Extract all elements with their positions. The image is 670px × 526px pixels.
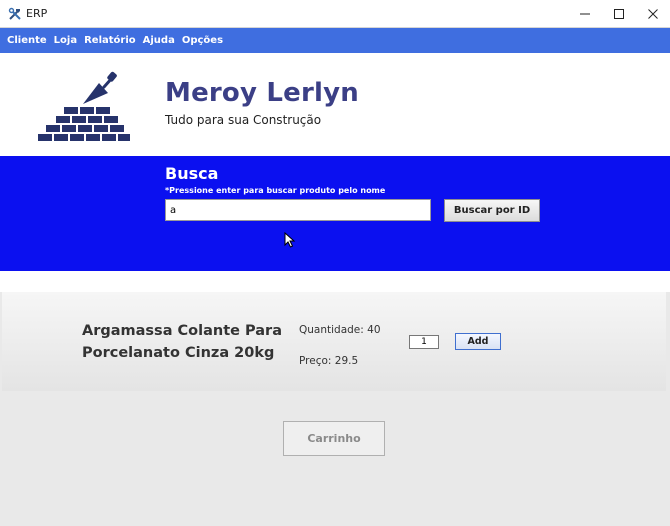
close-icon	[648, 8, 658, 19]
mouse-pointer-icon	[284, 232, 296, 248]
window-title: ERP	[26, 7, 48, 20]
window-controls	[568, 0, 670, 27]
tagline: Tudo para sua Construção	[165, 113, 322, 127]
menu-loja[interactable]: Loja	[51, 35, 80, 46]
minimize-button[interactable]	[568, 0, 602, 27]
search-by-id-button[interactable]: Buscar por ID	[444, 199, 540, 222]
menu-bar: Cliente Loja Relatório Ajuda Opções	[0, 28, 670, 53]
bricks-trowel-icon	[38, 71, 130, 141]
menu-relatorio[interactable]: Relatório	[81, 35, 139, 46]
product-card: Argamassa Colante Para Porcelanato Cinza…	[2, 292, 666, 391]
maximize-icon	[614, 8, 624, 19]
add-button[interactable]: Add	[455, 333, 501, 350]
cart-button[interactable]: Carrinho	[283, 421, 385, 456]
product-name: Argamassa Colante Para Porcelanato Cinza…	[82, 323, 282, 361]
tools-icon	[8, 7, 21, 20]
maximize-button[interactable]	[602, 0, 636, 27]
product-price: Preço: 29.5	[299, 355, 359, 367]
search-panel: Busca *Pressione enter para buscar produ…	[0, 156, 670, 271]
menu-opcoes[interactable]: Opções	[179, 35, 226, 46]
brand-name: Meroy Lerlyn	[165, 78, 359, 108]
header: Meroy Lerlyn Tudo para sua Construção	[0, 53, 670, 156]
close-button[interactable]	[636, 0, 670, 27]
search-title: Busca	[165, 164, 219, 183]
product-quantity: Quantidade: 40	[299, 324, 381, 336]
search-hint: *Pressione enter para buscar produto pel…	[165, 186, 386, 195]
quantity-input[interactable]	[409, 335, 439, 349]
menu-ajuda[interactable]: Ajuda	[140, 35, 178, 46]
minimize-icon	[580, 13, 590, 14]
search-input[interactable]	[165, 199, 431, 221]
divider-strip	[0, 271, 670, 292]
menu-cliente[interactable]: Cliente	[4, 35, 50, 46]
title-bar: ERP	[0, 0, 670, 28]
